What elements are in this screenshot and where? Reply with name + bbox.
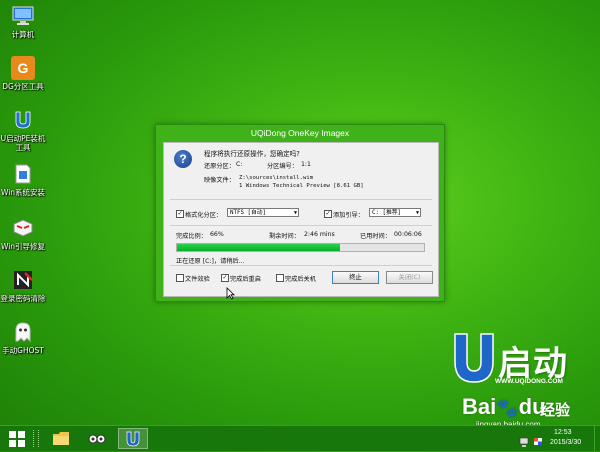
format-select[interactable]: NTFS [自动] ▼	[227, 208, 299, 217]
add-bootloader-label: 添加引导：	[333, 212, 364, 219]
baidu-logo: Bai🐾du	[462, 394, 546, 420]
desktop-icon-pe-installer[interactable]: U启动PE装机 工具	[0, 108, 46, 152]
desktop-icon-label: U启动PE装机	[0, 134, 46, 143]
desktop-icon-label: 手动GHOST	[2, 346, 44, 355]
brand-url: WWW.UQIDONG.COM	[495, 378, 563, 385]
bootloader-select-value: C: [推荐]	[372, 210, 402, 216]
divider	[170, 225, 432, 226]
format-select-value: NTFS [自动]	[230, 210, 267, 216]
taskbar-network-app[interactable]	[84, 428, 110, 449]
uqidong-installer-icon	[11, 108, 35, 132]
file-verify-checkbox[interactable]	[176, 274, 184, 282]
progress-label: 完成比例：	[176, 233, 207, 240]
restore-partition-value: C:	[236, 161, 243, 168]
windows-start-icon	[9, 430, 25, 447]
desktop-icon-label: 登录密码清除	[0, 294, 46, 303]
mouse-cursor-icon	[226, 287, 235, 300]
taskbar-uqidong-active[interactable]	[118, 428, 148, 449]
computer-icon	[11, 4, 35, 28]
bootloader-select[interactable]: C: [推荐] ▼	[369, 208, 421, 217]
image-file-desc: 1 Windows Technical Preview [8.61 GB]	[239, 183, 364, 189]
start-button[interactable]	[4, 428, 30, 449]
elapsed-time-value: 00:06:06	[394, 231, 422, 238]
add-bootloader-checkbox[interactable]: ✓	[324, 210, 332, 218]
desktop-icon-boot-repair[interactable]: Win引导修复	[0, 216, 46, 251]
uqidong-taskbar-icon	[126, 431, 140, 446]
elapsed-time-label: 已用时间：	[360, 233, 391, 240]
image-file-path: Z:\sources\install.wim	[239, 175, 314, 181]
progress-value: 66%	[210, 231, 224, 238]
diskgenius-icon: G	[11, 56, 35, 80]
chevron-down-icon: ▼	[415, 210, 419, 216]
network-app-icon	[88, 434, 106, 443]
clock-time[interactable]: 12:53	[554, 429, 572, 436]
remaining-time-label: 剩余时间：	[269, 233, 300, 240]
onekey-imagex-dialog: UQiDong OneKey Imagex ? 程序将执行还原操作，您确定吗? …	[155, 124, 445, 302]
format-partition-checkbox[interactable]: ✓	[176, 210, 184, 218]
taskbar-grip	[33, 430, 39, 447]
remaining-time-value: 2:46 mins	[304, 231, 335, 238]
windows-install-icon	[11, 162, 35, 186]
format-partition-label: 格式化分区：	[185, 212, 223, 219]
desktop-icon-computer[interactable]: 计算机	[0, 4, 46, 39]
desktop-icon-win-install[interactable]: Win系统安装	[0, 162, 46, 197]
progress-bar-fill	[177, 244, 341, 251]
taskbar: 12:53 2015/3/30	[0, 425, 600, 451]
dialog-client: ? 程序将执行还原操作，您确定吗? 还原分区： C: 分区编号： 1:1 映像文…	[163, 142, 439, 297]
image-file-label: 映像文件：	[204, 177, 235, 184]
desktop-icon-password-clear[interactable]: 登录密码清除	[0, 268, 46, 303]
boot-repair-icon	[11, 216, 35, 240]
desktop-icon-label: Win引导修复	[0, 242, 46, 251]
shutdown-after-label: 完成后关机	[285, 276, 316, 283]
status-text: 正在还原 [C:]，请稍后...	[176, 258, 245, 265]
watermark-jingyan: 经验	[540, 401, 571, 419]
question-icon: ?	[174, 150, 192, 168]
show-desktop-button[interactable]	[594, 426, 600, 451]
uqidong-logo-icon	[454, 333, 494, 383]
password-clear-icon	[11, 268, 35, 292]
chevron-down-icon: ▼	[293, 210, 297, 216]
desktop-icon-label-line2: 工具	[15, 143, 31, 152]
desktop-icon-ghost[interactable]: 手动GHOST	[0, 320, 46, 355]
confirm-prompt: 程序将执行还原操作，您确定吗?	[204, 150, 300, 158]
desktop-icon-label: DG分区工具	[2, 82, 44, 91]
close-button[interactable]: 关闭(C)	[386, 271, 433, 284]
taskbar-file-explorer[interactable]	[48, 428, 74, 449]
restore-partition-label: 还原分区：	[204, 163, 235, 170]
reboot-after-checkbox[interactable]: ✓	[221, 274, 229, 282]
progress-bar	[176, 243, 425, 252]
divider	[170, 265, 432, 266]
baidu-logo-text: Bai	[462, 394, 497, 419]
file-verify-label: 文件效验	[185, 276, 210, 283]
clock-date[interactable]: 2015/3/30	[550, 439, 581, 446]
tray-network-icon[interactable]	[519, 433, 530, 452]
dialog-title[interactable]: UQiDong OneKey Imagex	[156, 125, 444, 141]
desktop-icon-label: Win系统安装	[0, 188, 46, 197]
desktop-icon-dg-partition[interactable]: G DG分区工具	[0, 56, 46, 91]
paw-icon: 🐾	[496, 398, 519, 418]
desktop-icon-label: 计算机	[11, 30, 35, 39]
folder-icon	[53, 432, 69, 445]
stop-button[interactable]: 终止	[332, 271, 379, 284]
shutdown-after-checkbox[interactable]	[276, 274, 284, 282]
ghost-icon	[11, 320, 35, 344]
partition-number-label: 分区编号：	[267, 163, 298, 170]
tray-flag-icon[interactable]	[533, 433, 543, 452]
partition-number-value: 1:1	[301, 161, 311, 168]
divider	[170, 199, 432, 200]
reboot-after-label: 完成后重启	[230, 276, 261, 283]
